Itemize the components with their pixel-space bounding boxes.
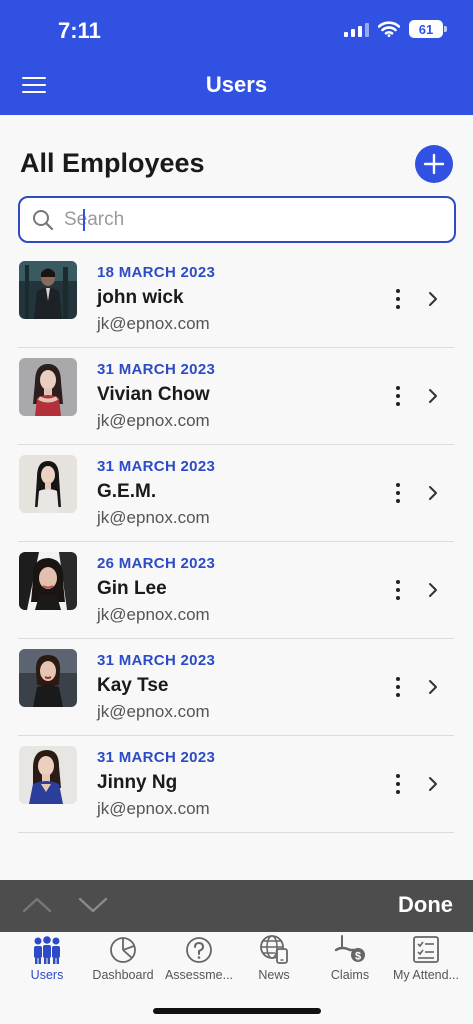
employee-row[interactable]: 31 MARCH 2023 Jinny Ng jk@epnox.com xyxy=(18,736,454,833)
text-caret xyxy=(83,209,85,231)
chevron-right-icon[interactable] xyxy=(423,580,443,600)
question-icon xyxy=(186,937,212,963)
more-options-icon[interactable] xyxy=(392,385,404,407)
pie-chart-icon xyxy=(110,937,136,963)
chevron-right-icon[interactable] xyxy=(423,289,443,309)
more-options-icon[interactable] xyxy=(392,288,404,310)
employee-date: 31 MARCH 2023 xyxy=(97,458,216,475)
cellular-signal-icon xyxy=(344,21,369,37)
chevron-right-icon[interactable] xyxy=(423,677,443,697)
employee-date: 31 MARCH 2023 xyxy=(97,361,216,378)
employee-row[interactable]: 31 MARCH 2023 Kay Tse jk@epnox.com xyxy=(18,639,454,736)
users-icon xyxy=(34,936,60,964)
chevron-right-icon[interactable] xyxy=(423,483,443,503)
status-icons: 61 xyxy=(344,20,447,38)
employee-name: Vivian Chow xyxy=(97,384,210,405)
employee-list: 18 MARCH 2023 john wick jk@epnox.com 31 … xyxy=(18,251,454,833)
tab-news[interactable]: News xyxy=(234,932,314,982)
avatar xyxy=(19,552,77,610)
tab-users[interactable]: Users xyxy=(7,932,87,982)
battery-icon: 61 xyxy=(409,20,447,38)
claims-dollar-icon: $ xyxy=(334,935,365,963)
employee-name: john wick xyxy=(97,287,184,308)
employee-name: Jinny Ng xyxy=(97,772,178,793)
tab-dashboard[interactable]: Dashboard xyxy=(83,932,163,982)
svg-text:$: $ xyxy=(355,951,361,963)
employee-name: Gin Lee xyxy=(97,578,167,599)
avatar xyxy=(19,746,77,804)
more-options-icon[interactable] xyxy=(392,579,404,601)
more-options-icon[interactable] xyxy=(392,676,404,698)
keyboard-accessory-bar: Done xyxy=(0,880,473,932)
avatar xyxy=(19,455,77,513)
tab-label: Users xyxy=(30,968,64,982)
plus-icon xyxy=(423,153,445,175)
employee-email: jk@epnox.com xyxy=(97,605,210,624)
employee-row[interactable]: 31 MARCH 2023 Vivian Chow jk@epnox.com xyxy=(18,348,454,445)
chevron-right-icon[interactable] xyxy=(423,386,443,406)
add-employee-button[interactable] xyxy=(415,145,453,183)
tab-label: Dashboard xyxy=(92,968,154,982)
avatar xyxy=(19,649,77,707)
tab-label: Claims xyxy=(330,968,370,982)
employee-date: 31 MARCH 2023 xyxy=(97,749,216,766)
chevron-right-icon[interactable] xyxy=(423,774,443,794)
tab-label: My Attend... xyxy=(392,968,459,982)
search-input[interactable] xyxy=(64,208,424,231)
employee-row[interactable]: 18 MARCH 2023 john wick jk@epnox.com xyxy=(18,251,454,348)
tab-assessment[interactable]: Assessme... xyxy=(159,932,239,982)
done-button[interactable]: Done xyxy=(398,892,453,918)
employee-name: G.E.M. xyxy=(97,481,157,502)
employee-email: jk@epnox.com xyxy=(97,411,210,430)
employee-email: jk@epnox.com xyxy=(97,314,210,333)
tab-label: News xyxy=(258,968,290,982)
employee-email: jk@epnox.com xyxy=(97,799,210,818)
section-title: All Employees xyxy=(20,148,205,178)
employee-date: 26 MARCH 2023 xyxy=(97,555,216,572)
status-time: 7:11 xyxy=(58,18,101,43)
chevron-up-icon[interactable] xyxy=(22,895,52,915)
employee-email: jk@epnox.com xyxy=(97,702,210,721)
employee-name: Kay Tse xyxy=(97,675,169,696)
checklist-icon xyxy=(413,936,439,963)
page-title: Users xyxy=(205,72,268,97)
avatar xyxy=(19,358,77,416)
employee-row[interactable]: 31 MARCH 2023 G.E.M. jk@epnox.com xyxy=(18,445,454,542)
globe-phone-icon xyxy=(260,935,288,964)
search-field[interactable] xyxy=(18,196,456,243)
search-icon xyxy=(33,209,54,230)
employee-email: jk@epnox.com xyxy=(97,508,210,527)
tab-my-attendance[interactable]: My Attend... xyxy=(386,932,466,982)
more-options-icon[interactable] xyxy=(392,773,404,795)
employee-date: 18 MARCH 2023 xyxy=(97,264,216,281)
wifi-icon xyxy=(378,21,400,37)
tab-label: Assessme... xyxy=(164,968,234,982)
more-options-icon[interactable] xyxy=(392,482,404,504)
home-indicator xyxy=(153,1008,321,1014)
employee-date: 31 MARCH 2023 xyxy=(97,652,216,669)
employee-row[interactable]: 26 MARCH 2023 Gin Lee jk@epnox.com xyxy=(18,542,454,639)
chevron-down-icon[interactable] xyxy=(78,895,108,915)
tab-claims[interactable]: $ Claims xyxy=(310,932,390,982)
avatar xyxy=(19,261,77,319)
top-app-bar: 7:11 61 Users xyxy=(0,0,473,115)
